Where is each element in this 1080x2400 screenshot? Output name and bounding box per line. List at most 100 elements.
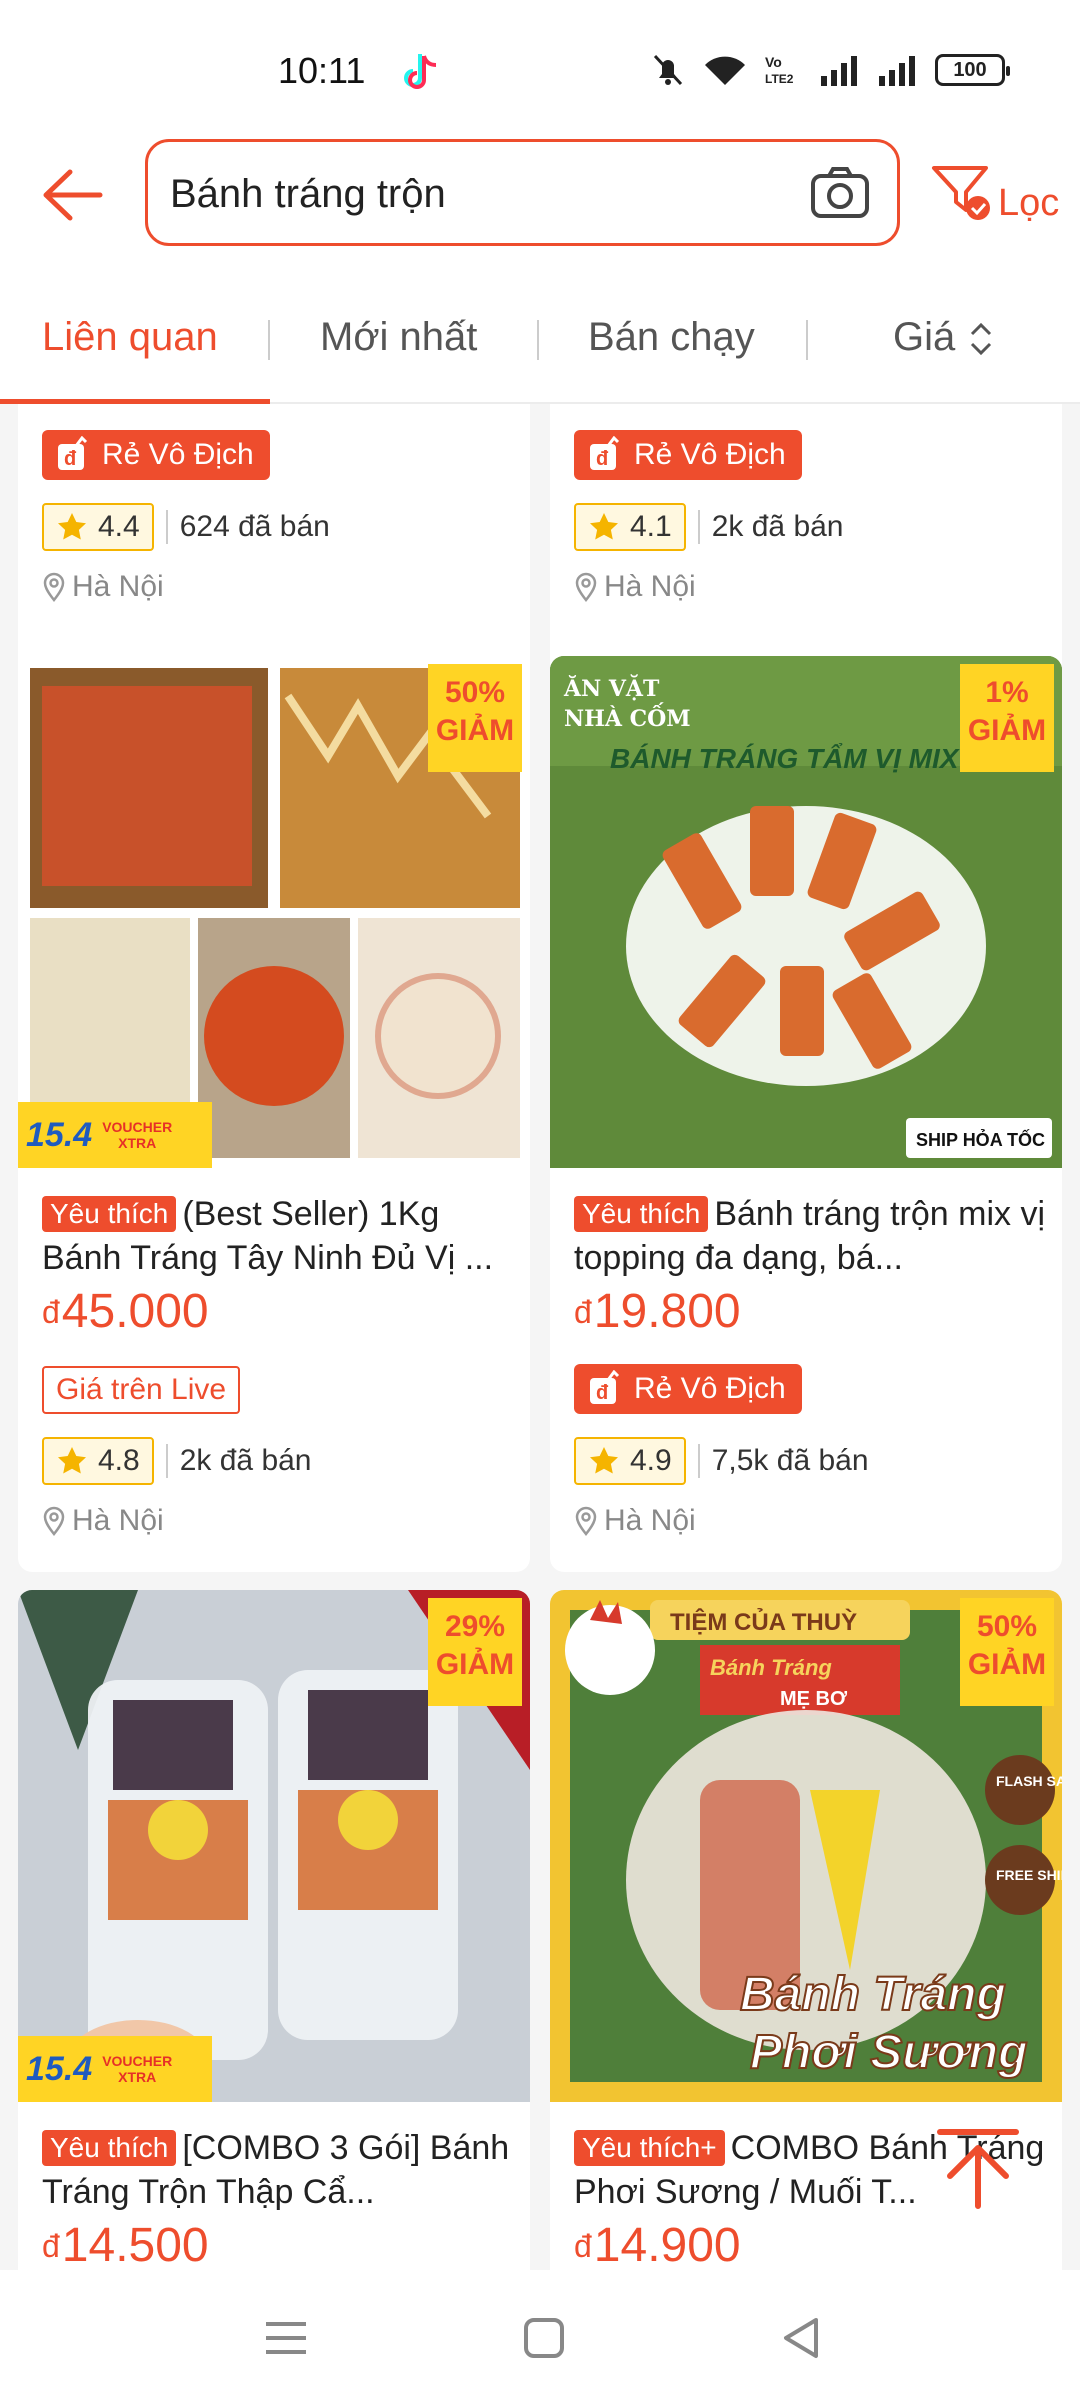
deal-tag: đ Rẻ Vô Địch (42, 430, 270, 480)
rating-value: 4.9 (630, 1444, 672, 1477)
divider (165, 510, 168, 544)
deal-label: Rẻ Vô Địch (102, 438, 254, 471)
rating-box: 4.4 (42, 503, 154, 551)
scroll-to-top-icon[interactable] (920, 2110, 1036, 2226)
signal-icon (821, 56, 857, 86)
discount-percent: 1% (985, 676, 1029, 709)
star-icon (590, 513, 618, 540)
rating-value: 4.8 (98, 1444, 140, 1477)
image-big-1: Bánh Tráng (740, 1968, 1006, 2021)
voucher-label-top: VOUCHER (102, 2053, 173, 2069)
location-pin-icon (575, 1506, 597, 1536)
price-value: 45.000 (61, 1285, 209, 1338)
voucher-label: VOUCHER XTRA (102, 1119, 172, 1151)
product-price: đ45.000 (42, 1284, 209, 1339)
currency-symbol: đ (574, 1294, 592, 1330)
discount-percent: 29% (444, 1610, 506, 1643)
image-product-2: MẸ BƠ (780, 1688, 848, 1710)
sort-arrows-icon[interactable] (966, 320, 996, 358)
voucher-label-bottom: XTRA (118, 1135, 157, 1151)
product-card[interactable]: ĂN VẶT NHÀ CỐM BÁNH TRÁNG TẨM VỊ MIX SHI… (550, 656, 1062, 1572)
favorite-badge: Yêu thích (574, 1196, 709, 1232)
tab-divider (806, 320, 808, 360)
price-value: 14.900 (593, 2219, 741, 2270)
image-freeship: FREE SHIP (996, 1867, 1062, 1883)
search-input[interactable]: Bánh tráng trộn (145, 139, 900, 246)
svg-text:LTE2: LTE2 (765, 72, 794, 86)
star-icon (590, 1447, 618, 1474)
back-triangle-icon[interactable] (774, 2310, 830, 2366)
sold-count: 2k đã bán (711, 510, 844, 543)
image-brand-1: ĂN VẶT (563, 674, 660, 702)
rating-row: 4.8 2k đã bán (42, 1436, 312, 1486)
rating-row: 4.1 2k đã bán (574, 502, 844, 552)
sold-count: 2k đã bán (179, 1444, 312, 1477)
image-shop: TIỆM CỦA THUỲ (670, 1607, 857, 1636)
image-big-2: Phơi Sương (750, 2026, 1027, 2079)
image-ship: SHIP HỎA TỐC (916, 1129, 1045, 1150)
deal-icon: đ (590, 1370, 620, 1404)
sold-count: 624 đã bán (179, 510, 330, 543)
rating-value: 4.4 (98, 510, 140, 543)
back-arrow-icon[interactable] (38, 160, 108, 230)
status-icons: Vo LTE2 100 (651, 52, 1010, 88)
discount-percent: 50% (444, 676, 506, 709)
image-headline: BÁNH TRÁNG TẨM VỊ MIX (610, 743, 961, 774)
favorite-badge: Yêu thích (42, 1196, 177, 1232)
price-value: 19.800 (593, 1285, 741, 1338)
tab-divider (537, 320, 539, 360)
volte-icon: Vo LTE2 (765, 54, 794, 86)
filter-button[interactable]: Lọc (928, 152, 1068, 232)
tab-best-selling[interactable]: Bán chạy (588, 315, 755, 360)
voucher-tag: 15.4 VOUCHER XTRA (18, 1102, 212, 1168)
favorite-plus-badge: Yêu thích+ (574, 2130, 725, 2166)
location: Hà Nội (574, 570, 696, 604)
live-price-tag: Giá trên Live (42, 1366, 241, 1414)
star-icon (58, 1447, 86, 1474)
search-query[interactable]: Bánh tráng trộn (170, 172, 446, 217)
product-title[interactable]: Yêu thích Bánh tráng trộn mix vị topping … (574, 1192, 1054, 1280)
menu-icon[interactable] (258, 2310, 314, 2366)
image-product-1: Bánh Tráng (710, 1655, 832, 1680)
tab-price[interactable]: Giá (893, 315, 955, 360)
voucher-number: 15.4 (26, 2049, 93, 2088)
product-card[interactable]: 50% GIẢM 15.4 VOUCHER XTRA Yêu thích (Bes… (18, 656, 530, 1572)
deal-label: Rẻ Vô Địch (634, 1372, 786, 1405)
product-price: đ14.500 (42, 2218, 209, 2270)
location-pin-icon (43, 1506, 65, 1536)
search-header: Bánh tráng trộn Lọc (0, 130, 1080, 270)
battery-icon: 100 (935, 54, 1010, 86)
currency-symbol: đ (574, 2228, 592, 2264)
discount-word: GIẢM (967, 714, 1047, 747)
sold-count: 7,5k đã bán (711, 1444, 869, 1477)
discount-word: GIẢM (435, 1648, 515, 1681)
filter-icon (932, 166, 990, 220)
divider (697, 510, 700, 544)
voucher-label: VOUCHER XTRA (102, 2053, 172, 2085)
tab-relevance[interactable]: Liên quan (42, 315, 218, 360)
svg-text:đ: đ (64, 448, 77, 470)
discount-badge: 50% GIẢM (428, 664, 522, 772)
location-text: Hà Nội (604, 1504, 696, 1537)
svg-text:đ: đ (596, 448, 609, 470)
image-brand-2: NHÀ CỐM (564, 702, 691, 732)
home-square-icon[interactable] (516, 2310, 572, 2366)
discount-badge: 1% GIẢM (960, 664, 1054, 772)
image-flash: FLASH SALE (996, 1773, 1062, 1789)
currency-symbol: đ (42, 2228, 60, 2264)
location-text: Hà Nội (72, 1504, 164, 1537)
discount-badge: 50% GIẢM (960, 1598, 1054, 1706)
camera-icon[interactable] (807, 160, 873, 226)
divider (165, 1444, 168, 1478)
star-icon (58, 513, 86, 540)
discount-word: GIẢM (967, 1648, 1047, 1681)
voucher-number: 15.4 (26, 1115, 93, 1154)
product-title[interactable]: Yêu thích (Best Seller) 1Kg Bánh Tráng Tâ… (42, 1192, 522, 1280)
rating-row: 4.4 624 đã bán (42, 502, 330, 552)
wifi-icon (705, 56, 745, 85)
product-title[interactable]: Yêu thích [COMBO 3 Gói] Bánh Tráng Trộn T… (42, 2126, 522, 2214)
product-card[interactable]: 29% GIẢM 15.4 VOUCHER XTRA Yêu thích [COM… (18, 1590, 530, 2270)
tab-newest[interactable]: Mới nhất (320, 315, 477, 360)
currency-symbol: đ (42, 1294, 60, 1330)
svg-text:đ: đ (596, 1382, 609, 1404)
